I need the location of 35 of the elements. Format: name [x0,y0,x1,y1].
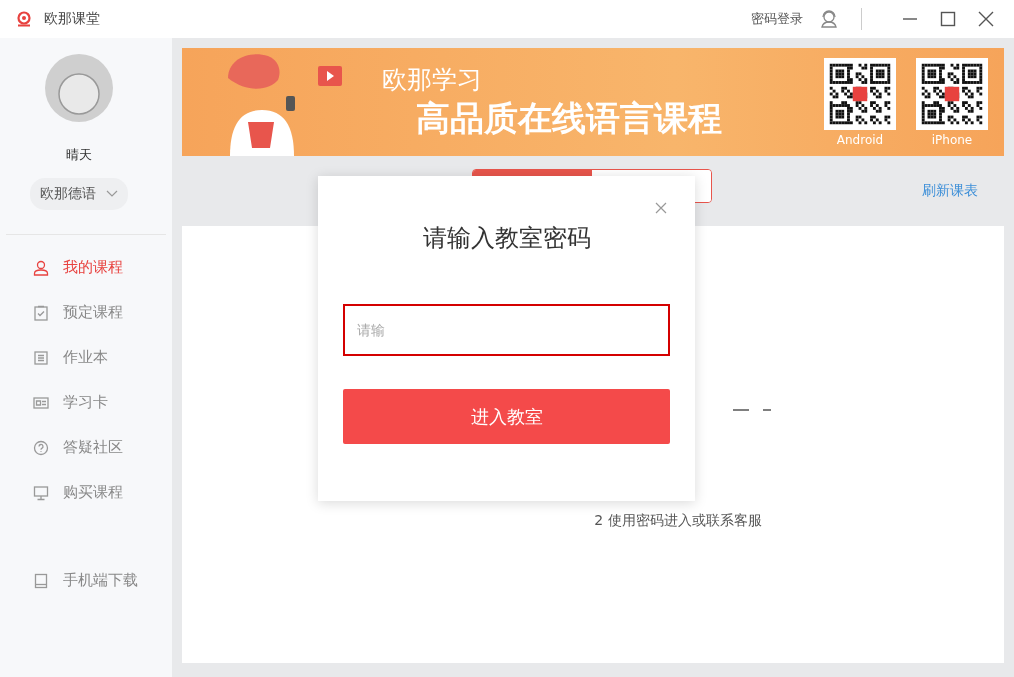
play-icon [318,66,342,86]
mobile-download-item[interactable]: 手机端下载 [0,558,172,603]
id-card-icon [33,394,49,411]
qr-code-label: Android [836,132,884,147]
dashed-divider [733,408,773,412]
banner-headline: 高品质在线语言课程 [416,96,723,140]
avatar-icon [45,54,113,122]
qr-code-label: iPhone [931,132,973,147]
app-logo-icon [16,11,32,27]
sidebar-item[interactable]: 作业本 [0,335,172,380]
monitor-icon [33,484,49,501]
user-support-icon[interactable] [819,9,839,29]
sidebar-item[interactable]: 预定课程 [0,290,172,335]
tablet-icon [33,572,49,589]
clipboard-check-icon [33,304,49,321]
sidebar-item[interactable]: 学习卡 [0,380,172,425]
dialog-title: 请输入教室密码 [422,223,591,254]
list-icon [33,349,49,366]
sidebar-item[interactable]: 购买课程 [0,470,172,515]
language-select[interactable]: 欧那德语 [30,178,128,210]
user-icon [33,259,49,276]
sidebar-item[interactable]: 我的课程 [0,245,172,290]
maximize-icon[interactable] [940,11,956,27]
enter-classroom-button[interactable]: 进入教室 [343,389,670,444]
refresh-schedule-link[interactable]: 刷新课表 [922,182,978,200]
password-login-link[interactable]: 密码登录 [751,10,803,28]
window-title: 欧那课堂 [44,10,100,28]
banner-brand: 欧那学习 [382,63,483,96]
question-icon [33,439,49,456]
password-input-field[interactable]: 请输 [343,304,670,356]
close-icon[interactable] [978,11,994,27]
sidebar-item[interactable]: 答疑社区 [0,425,172,470]
chevron-down-icon [106,190,118,198]
user-name: 晴天 [66,146,92,164]
empty-state-hint: 2 使用密码进入或联系客服 [594,512,762,530]
